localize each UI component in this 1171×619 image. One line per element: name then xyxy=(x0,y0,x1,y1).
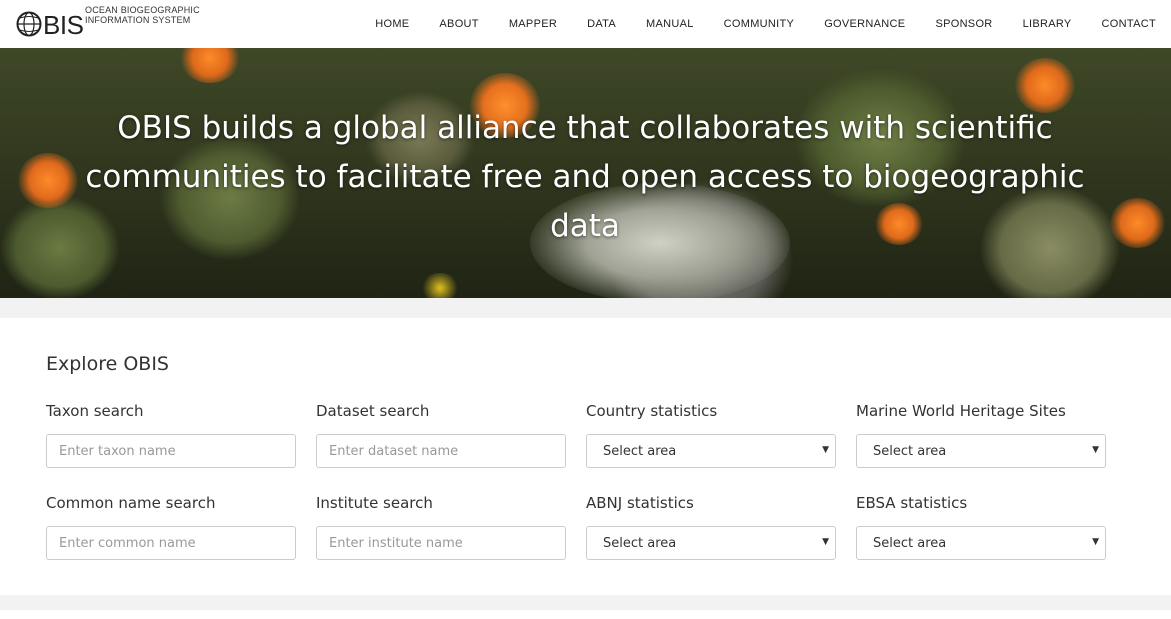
explore-title: Explore OBIS xyxy=(46,353,169,375)
heritage-sites-label: Marine World Heritage Sites xyxy=(856,402,1066,420)
country-statistics-value: Select area xyxy=(603,443,677,459)
hero-photo-highlight xyxy=(420,273,460,298)
dropdown-arrow-icon: ▼ xyxy=(1092,537,1099,547)
logo-subtitle-line2: INFORMATION SYSTEM xyxy=(85,15,191,25)
hero-banner: OBIS builds a global alliance that colla… xyxy=(0,48,1171,298)
ebsa-statistics-label: EBSA statistics xyxy=(856,494,968,512)
top-navbar: BIS OCEAN BIOGEOGRAPHIC INFORMATION SYST… xyxy=(0,0,1171,48)
hero-tagline-line2: communities to facilitate free and open … xyxy=(85,159,1085,195)
dropdown-arrow-icon: ▼ xyxy=(1092,445,1099,455)
dataset-search-label: Dataset search xyxy=(316,402,430,420)
institute-search-input[interactable] xyxy=(316,526,566,560)
abnj-statistics-label: ABNJ statistics xyxy=(586,494,694,512)
nav-library[interactable]: LIBRARY xyxy=(1023,18,1072,30)
obis-logo-icon: BIS xyxy=(16,10,84,39)
nav-community[interactable]: COMMUNITY xyxy=(724,18,795,30)
abnj-statistics-value: Select area xyxy=(603,535,677,551)
taxon-search-label: Taxon search xyxy=(46,402,144,420)
taxon-search-input[interactable] xyxy=(46,434,296,468)
nav-about[interactable]: ABOUT xyxy=(439,18,478,30)
ebsa-statistics-select[interactable]: Select area ▼ xyxy=(856,526,1106,560)
heritage-sites-select[interactable]: Select area ▼ xyxy=(856,434,1106,468)
hero-tagline: OBIS builds a global alliance that colla… xyxy=(85,104,1085,251)
country-statistics-label: Country statistics xyxy=(586,402,718,420)
nav-contact[interactable]: CONTACT xyxy=(1102,18,1156,30)
nav-sponsor[interactable]: SPONSOR xyxy=(935,18,992,30)
logo-subtitle: OCEAN BIOGEOGRAPHIC INFORMATION SYSTEM xyxy=(85,5,200,25)
svg-text:BIS: BIS xyxy=(43,10,84,39)
ebsa-statistics-value: Select area xyxy=(873,535,947,551)
explore-panel: Explore OBIS Taxon search Dataset search… xyxy=(0,318,1171,595)
hero-tagline-line3: data xyxy=(550,208,620,244)
country-statistics-select[interactable]: Select area ▼ xyxy=(586,434,836,468)
heritage-sites-value: Select area xyxy=(873,443,947,459)
nav-data[interactable]: DATA xyxy=(587,18,616,30)
common-name-search-input[interactable] xyxy=(46,526,296,560)
abnj-statistics-select[interactable]: Select area ▼ xyxy=(586,526,836,560)
hero-tagline-line1: OBIS builds a global alliance that colla… xyxy=(117,110,1053,146)
nav-manual[interactable]: MANUAL xyxy=(646,18,694,30)
obis-logo[interactable]: BIS xyxy=(16,8,86,40)
dropdown-arrow-icon: ▼ xyxy=(822,537,829,547)
next-panel-edge xyxy=(0,610,1171,619)
common-name-search-label: Common name search xyxy=(46,494,216,512)
institute-search-label: Institute search xyxy=(316,494,433,512)
nav-mapper[interactable]: MAPPER xyxy=(509,18,557,30)
nav-governance[interactable]: GOVERNANCE xyxy=(824,18,905,30)
hero-photo-anemone-tip xyxy=(180,48,240,83)
logo-subtitle-line1: OCEAN BIOGEOGRAPHIC xyxy=(85,5,200,15)
main-nav: HOME ABOUT MAPPER DATA MANUAL COMMUNITY … xyxy=(345,0,1171,48)
dataset-search-input[interactable] xyxy=(316,434,566,468)
hero-photo-anemone-tip xyxy=(18,153,78,208)
dropdown-arrow-icon: ▼ xyxy=(822,445,829,455)
hero-photo-anemone-tip xyxy=(1110,198,1165,248)
nav-home[interactable]: HOME xyxy=(375,18,409,30)
